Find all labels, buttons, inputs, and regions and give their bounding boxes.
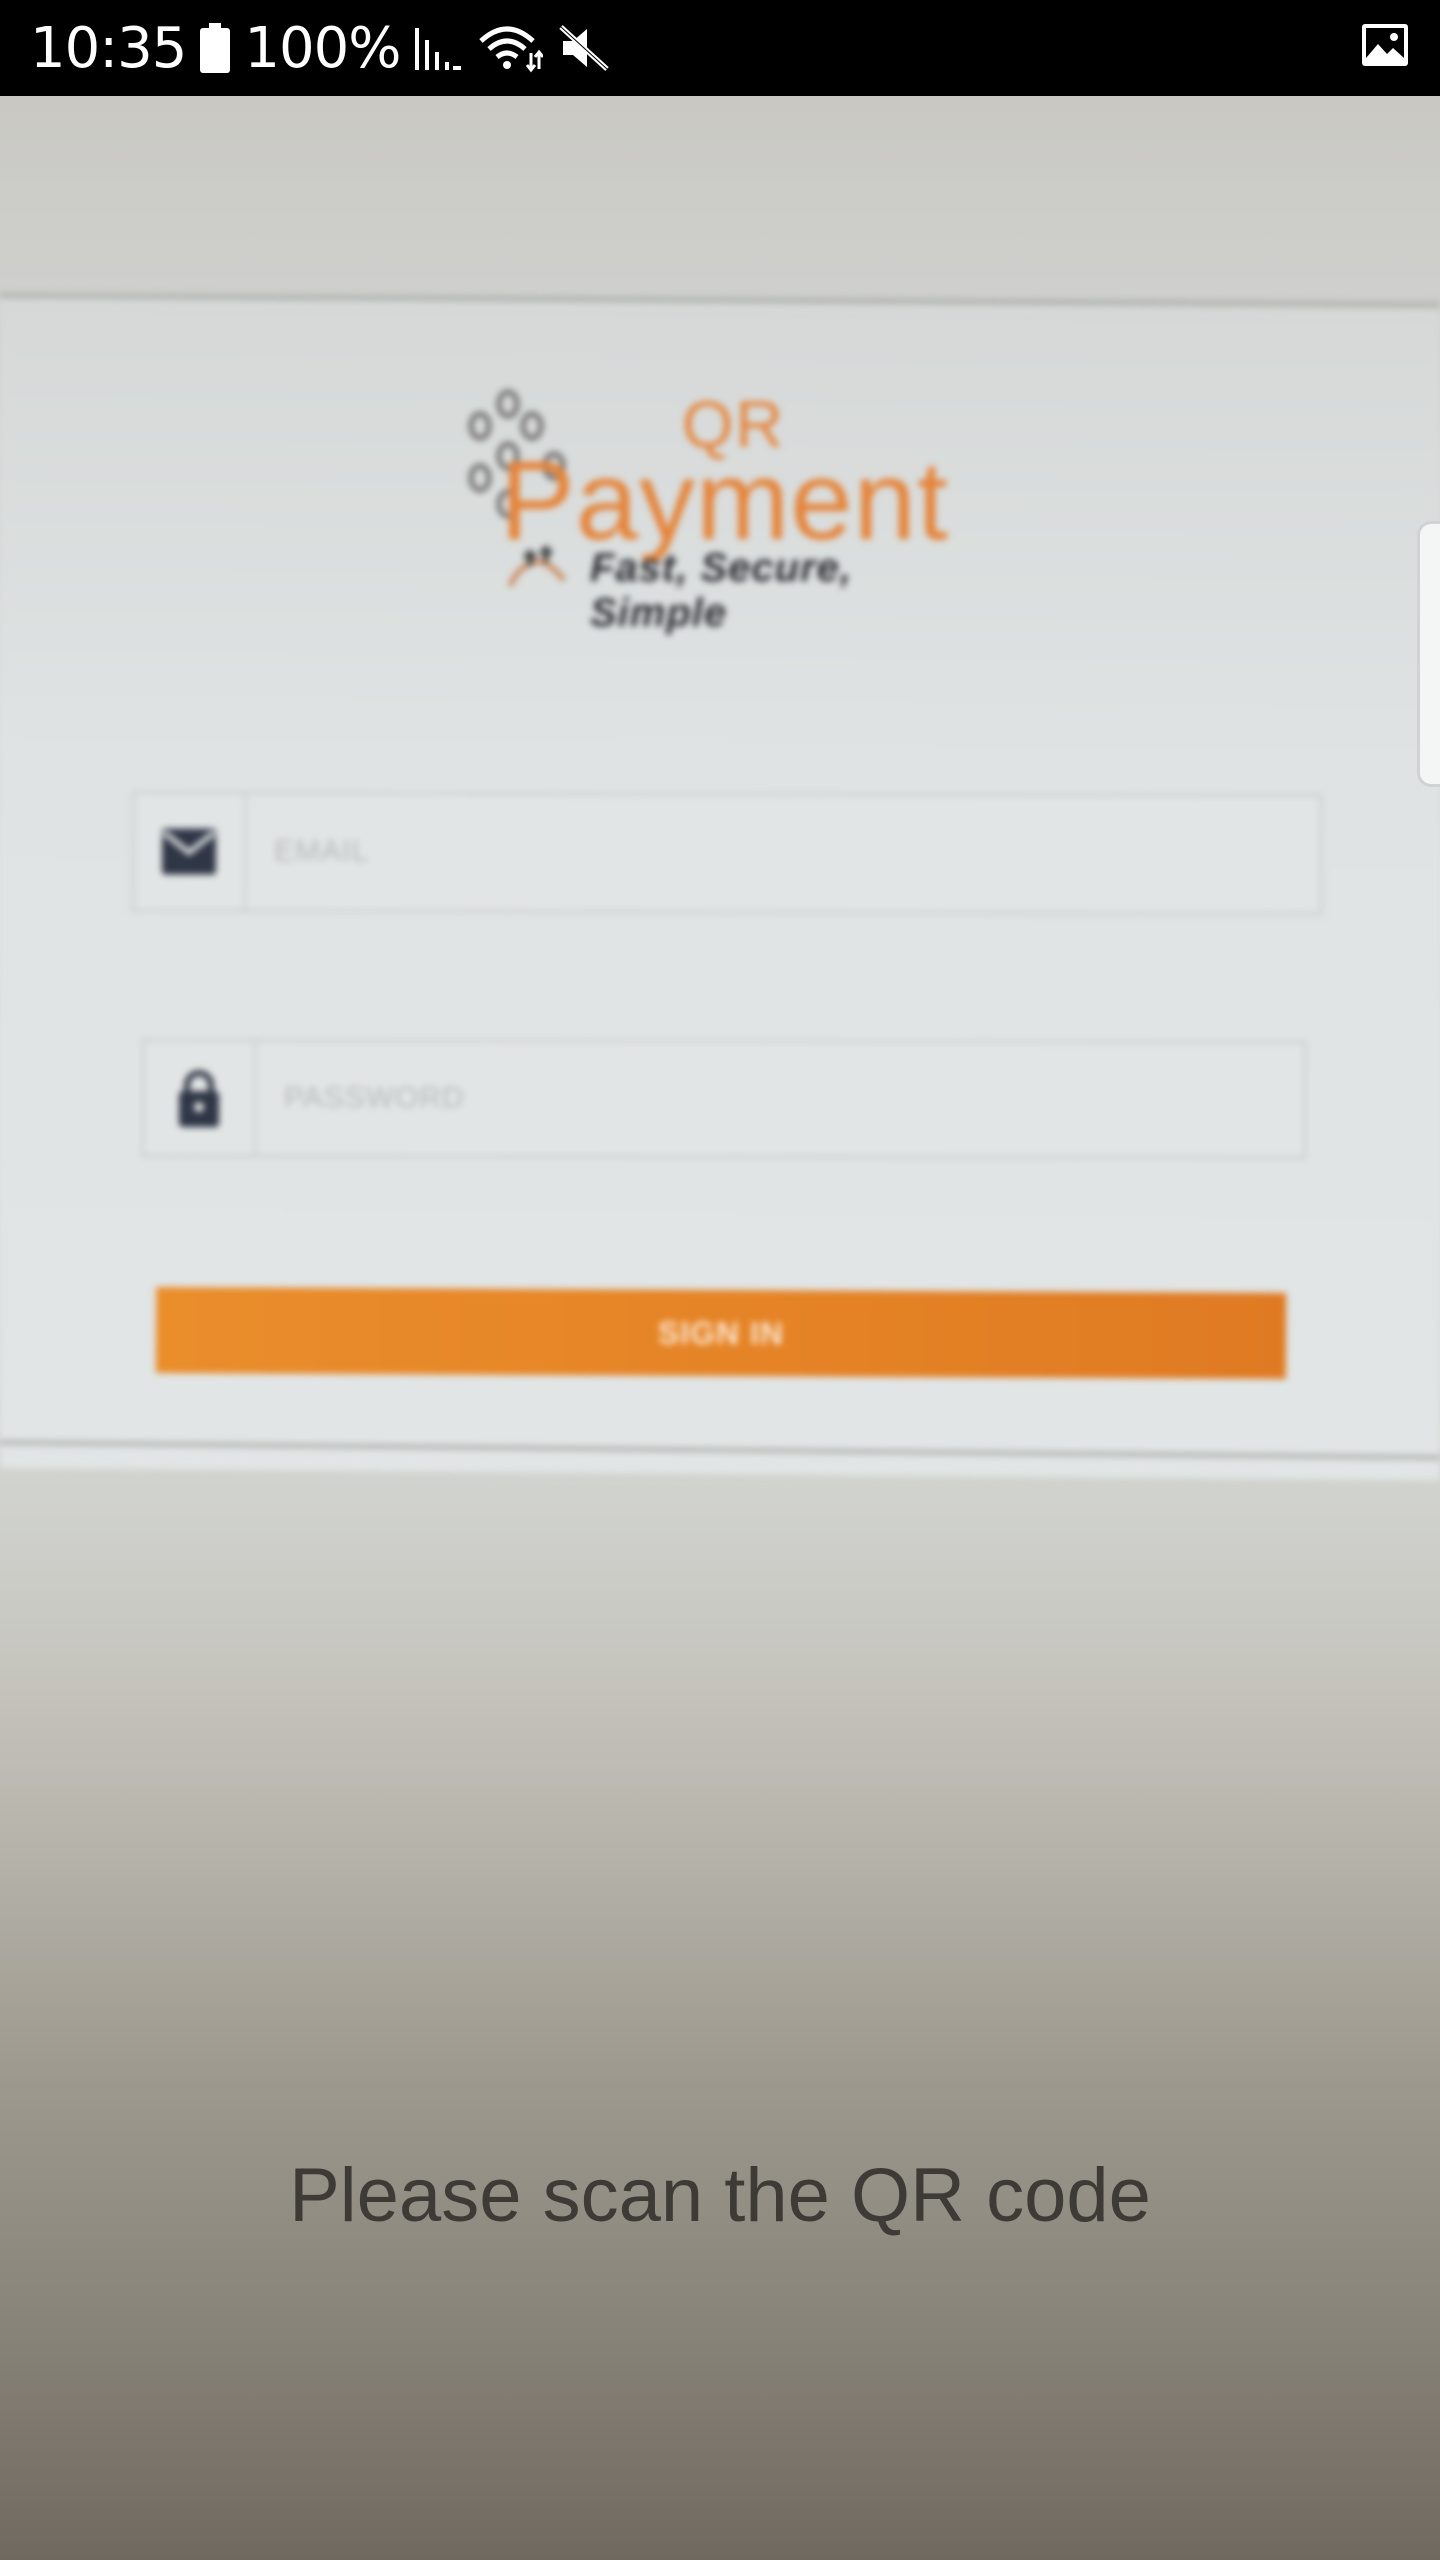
qr-payment-logo: QR Payment Fast, Secure, Simple bbox=[460, 386, 1000, 716]
sign-in-button[interactable]: SIGN IN bbox=[155, 1287, 1287, 1379]
email-field[interactable] bbox=[131, 791, 1323, 915]
wifi-icon bbox=[477, 23, 543, 73]
scan-prompt: Please scan the QR code bbox=[289, 2153, 1151, 2238]
clock: 10:35 bbox=[30, 15, 187, 81]
signal-icon bbox=[414, 26, 463, 70]
battery-icon bbox=[200, 23, 231, 73]
mute-icon bbox=[557, 23, 611, 73]
battery-percent: 100% bbox=[244, 15, 401, 81]
password-input[interactable] bbox=[255, 1040, 1305, 1159]
mail-icon bbox=[133, 793, 247, 910]
email-input[interactable] bbox=[245, 792, 1321, 914]
handshake-icon bbox=[507, 546, 566, 588]
edge-panel-handle[interactable] bbox=[1417, 521, 1440, 787]
logo-tagline: Fast, Secure, Simple bbox=[590, 546, 853, 635]
password-field[interactable] bbox=[141, 1038, 1307, 1160]
status-bar: 10:35 100% bbox=[0, 0, 1440, 96]
lock-icon bbox=[143, 1040, 257, 1156]
gallery-icon[interactable] bbox=[1360, 22, 1410, 73]
